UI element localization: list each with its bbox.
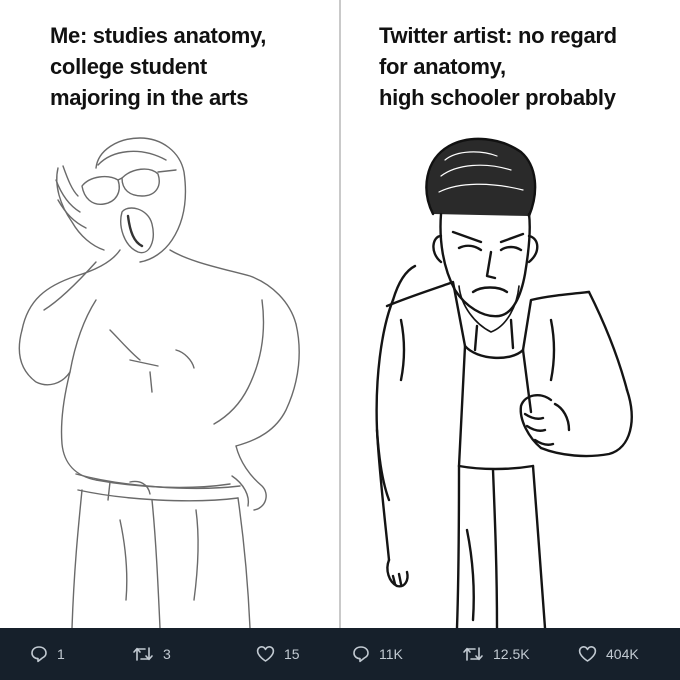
caption-line: majoring in the arts <box>50 85 249 110</box>
meme-image: Me: studies anatomy, college student maj… <box>0 0 680 680</box>
heart-icon <box>256 646 275 662</box>
reply-icon <box>31 646 47 663</box>
retweet-count-left[interactable]: 3 <box>132 644 171 664</box>
like-count: 404K <box>606 646 639 662</box>
reply-count: 1 <box>57 646 65 662</box>
retweet-icon <box>133 647 153 661</box>
reply-count-right[interactable]: 11K <box>352 644 403 664</box>
left-panel: Me: studies anatomy, college student maj… <box>0 0 339 628</box>
right-panel: Twitter artist: no regard for anatomy, h… <box>341 0 680 628</box>
like-count-right[interactable]: 404K <box>578 644 639 664</box>
caption-line: Twitter artist: no regard <box>379 23 617 48</box>
engagement-bar: 1 3 15 11K 12.5K 404K <box>0 628 680 680</box>
caption-line: high schooler probably <box>379 85 616 110</box>
retweet-count-right[interactable]: 12.5K <box>462 644 530 664</box>
retweet-count: 3 <box>163 646 171 662</box>
reply-icon <box>353 646 369 663</box>
caption-line: Me: studies anatomy, <box>50 23 267 48</box>
reply-count: 11K <box>379 646 403 662</box>
caption-line: college student <box>50 54 207 79</box>
retweet-count: 12.5K <box>493 646 530 662</box>
left-caption: Me: studies anatomy, college student maj… <box>50 20 266 113</box>
caption-line: for anatomy, <box>379 54 506 79</box>
heart-icon <box>578 646 597 662</box>
right-caption: Twitter artist: no regard for anatomy, h… <box>379 20 617 113</box>
reply-count-left[interactable]: 1 <box>30 644 65 664</box>
like-count: 15 <box>284 646 300 662</box>
retweet-icon <box>463 647 483 661</box>
like-count-left[interactable]: 15 <box>256 644 300 664</box>
